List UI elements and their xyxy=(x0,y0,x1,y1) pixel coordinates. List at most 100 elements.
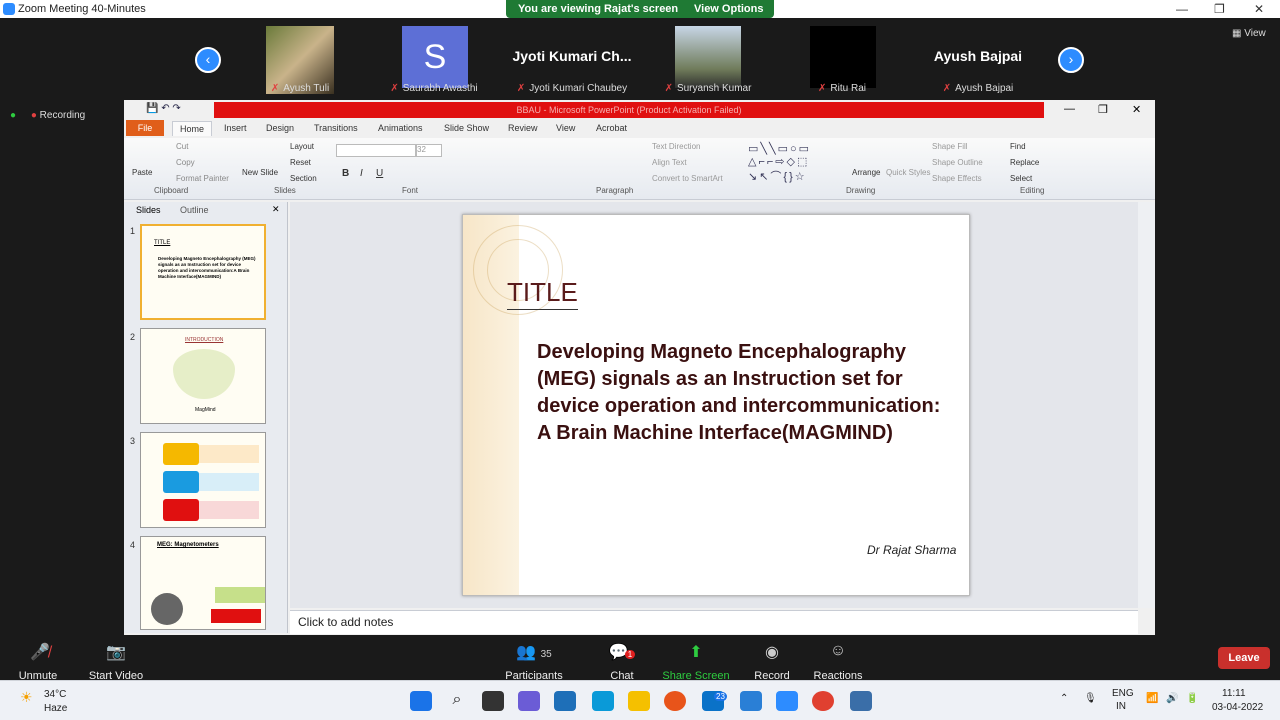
outline-tab[interactable]: Outline xyxy=(180,205,209,215)
notes-pane[interactable]: Click to add notes xyxy=(290,610,1138,634)
group-paragraph-label: Paragraph xyxy=(596,186,634,195)
teams-icon[interactable] xyxy=(518,691,540,711)
chrome-icon[interactable] xyxy=(812,691,834,711)
layout-button[interactable]: Layout xyxy=(290,142,314,151)
participant-tile[interactable]: Ayush Bajpai ✗ Ayush Bajpai xyxy=(914,26,1042,96)
volume-icon[interactable]: 🔊 xyxy=(1166,693,1178,704)
shape-outline-button[interactable]: Shape Outline xyxy=(932,158,983,167)
mail-badge: 23 xyxy=(714,692,727,701)
arrange-button[interactable]: Arrange xyxy=(852,168,880,177)
windows-taskbar: ☀ 34°C Haze ⌕ 23 ⌃ 🎙 ENG IN 📶 🔊 🔋 11:11 … xyxy=(0,680,1280,720)
view-button[interactable]: ▦ View xyxy=(1232,28,1266,39)
file-explorer-icon[interactable] xyxy=(628,691,650,711)
thumb-body: MagMind xyxy=(195,407,216,413)
thumb-block xyxy=(199,501,259,519)
wifi-icon[interactable]: 📶 xyxy=(1146,693,1158,704)
thumb-image xyxy=(151,593,183,625)
participant-name: Ayush Bajpai xyxy=(955,83,1014,94)
paste-button[interactable]: Paste xyxy=(132,168,152,177)
ppt-restore-button[interactable]: ❐ xyxy=(1098,103,1108,116)
slide-thumb-1[interactable]: TITLE Developing Magneto Encephalography… xyxy=(140,224,266,320)
gallery-next-button[interactable]: › xyxy=(1058,47,1084,73)
tab-design[interactable]: Design xyxy=(266,123,294,133)
group-clipboard-label: Clipboard xyxy=(154,186,189,195)
minimize-button[interactable]: — xyxy=(1176,2,1188,16)
slide-author[interactable]: Dr Rajat Sharma xyxy=(867,543,956,557)
vscode-icon[interactable] xyxy=(740,691,762,711)
slides-tab[interactable]: Slides xyxy=(136,205,161,215)
shapes-gallery[interactable]: ▭╲╲▭○▭ △⌐⌐⇨◇⬚ ↘↖⌒{}☆ xyxy=(748,142,844,184)
restore-button[interactable]: ❐ xyxy=(1214,2,1225,16)
tab-review[interactable]: Review xyxy=(508,123,538,133)
zoom-taskbar-icon[interactable] xyxy=(776,691,798,711)
replace-button[interactable]: Replace xyxy=(1010,158,1039,167)
thumb-block xyxy=(211,609,261,623)
slide-body[interactable]: Developing Magneto Encephalography (MEG)… xyxy=(537,339,957,447)
tab-view[interactable]: View xyxy=(556,123,575,133)
battery-icon[interactable]: 🔋 xyxy=(1186,693,1198,704)
participants-icon: 👥 35 xyxy=(516,644,552,661)
slide-thumb-2[interactable]: INTRODUCTION MagMind xyxy=(140,328,266,424)
section-button[interactable]: Section xyxy=(290,174,317,183)
tab-slide-show[interactable]: Slide Show xyxy=(444,123,489,133)
store-icon[interactable] xyxy=(554,691,576,711)
desktop-app-icon[interactable] xyxy=(592,691,614,711)
tab-home[interactable]: Home xyxy=(172,121,213,136)
close-pane-icon[interactable]: ✕ xyxy=(272,204,280,215)
tab-acrobat[interactable]: Acrobat xyxy=(596,123,627,133)
tab-animations[interactable]: Animations xyxy=(378,123,423,133)
clock-time[interactable]: 11:11 xyxy=(1222,688,1246,699)
close-button[interactable]: ✕ xyxy=(1254,2,1264,16)
task-view-icon[interactable] xyxy=(482,691,504,711)
mic-tray-icon[interactable]: 🎙 xyxy=(1084,693,1097,704)
participant-tile[interactable]: S ✗ Saurabh Awasthi xyxy=(370,26,498,96)
participant-tile[interactable]: ✗ Suryansh Kumar xyxy=(644,26,772,96)
vertical-scrollbar[interactable] xyxy=(1138,202,1155,608)
cut-button[interactable]: Cut xyxy=(176,142,188,151)
language-code[interactable]: ENG xyxy=(1112,688,1134,699)
slide-thumb-4[interactable]: MEG: Magnetometers xyxy=(140,536,266,630)
new-slide-button[interactable]: New Slide xyxy=(242,168,278,177)
language-region[interactable]: IN xyxy=(1116,701,1126,712)
tray-expand-icon[interactable]: ⌃ xyxy=(1060,693,1068,704)
notes-placeholder: Click to add notes xyxy=(298,615,394,629)
text-direction-button[interactable]: Text Direction xyxy=(652,142,700,151)
underline-button[interactable]: U xyxy=(376,168,383,179)
reset-button[interactable]: Reset xyxy=(290,158,311,167)
tab-insert[interactable]: Insert xyxy=(224,123,247,133)
participant-tile[interactable]: ✗ Ayush Tuli xyxy=(236,26,364,96)
participant-name: Suryansh Kumar xyxy=(676,83,752,94)
participant-tile[interactable]: ✗ Ritu Rai xyxy=(778,26,906,96)
convert-smartart-button[interactable]: Convert to SmartArt xyxy=(652,174,723,183)
find-button[interactable]: Find xyxy=(1010,142,1026,151)
copy-button[interactable]: Copy xyxy=(176,158,195,167)
clock-date[interactable]: 03-04-2022 xyxy=(1212,702,1263,713)
quick-access-toolbar[interactable]: 💾 ↶ ↷ xyxy=(146,103,181,114)
ppt-close-button[interactable]: ✕ xyxy=(1132,103,1141,116)
gallery-prev-button[interactable]: ‹ xyxy=(195,47,221,73)
current-slide[interactable]: TITLE Developing Magneto Encephalography… xyxy=(462,214,970,596)
mail-icon[interactable]: 23 xyxy=(702,691,727,711)
participant-name: Ayush Tuli xyxy=(283,83,330,94)
tab-transitions[interactable]: Transitions xyxy=(314,123,358,133)
ppt-minimize-button[interactable]: — xyxy=(1064,103,1075,115)
font-size-input[interactable]: 32 xyxy=(416,144,442,157)
shape-fill-button[interactable]: Shape Fill xyxy=(932,142,968,151)
font-family-input[interactable] xyxy=(336,144,416,157)
align-text-button[interactable]: Align Text xyxy=(652,158,687,167)
app-icon[interactable] xyxy=(850,691,872,711)
italic-button[interactable]: I xyxy=(360,168,363,179)
participant-tile[interactable]: Jyoti Kumari Ch... ✗ Jyoti Kumari Chaubey xyxy=(508,26,636,96)
firefox-icon[interactable] xyxy=(664,691,686,711)
select-button[interactable]: Select xyxy=(1010,174,1032,183)
format-painter-button[interactable]: Format Painter xyxy=(176,174,229,183)
bold-button[interactable]: B xyxy=(342,168,349,179)
search-icon[interactable]: ⌕ xyxy=(446,691,468,711)
slide-thumb-3[interactable] xyxy=(140,432,266,528)
slide-title[interactable]: TITLE xyxy=(507,277,578,310)
quick-styles-button[interactable]: Quick Styles xyxy=(886,168,930,177)
leave-button[interactable]: Leave xyxy=(1218,647,1270,669)
muted-mic-icon: ✗ xyxy=(942,83,952,94)
start-icon[interactable] xyxy=(410,691,432,711)
shape-effects-button[interactable]: Shape Effects xyxy=(932,174,982,183)
